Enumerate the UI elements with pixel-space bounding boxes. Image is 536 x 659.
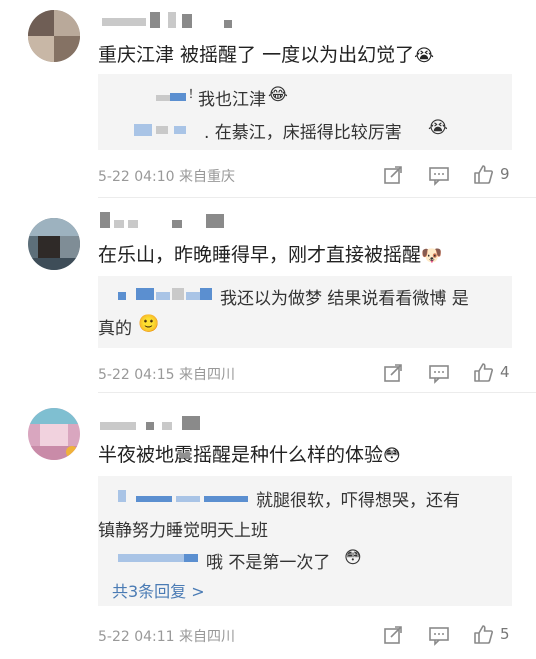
timestamp-location: 5-22 04:11 来自四川 — [98, 629, 236, 645]
crying-emoji: 😭 — [414, 46, 434, 66]
avatar[interactable] — [28, 218, 80, 270]
comment-body: 重庆江津 被摇醒了 一度以为出幻觉了 — [98, 44, 415, 66]
smile-emoji: 🙂 — [138, 314, 160, 334]
timestamp-location: 5-22 04:10 来自重庆 — [98, 169, 236, 185]
flushed-emoji: 😳 — [383, 446, 401, 466]
like-count: 9 — [500, 165, 510, 183]
flushed-emoji: 😳 — [344, 548, 362, 568]
comment-3: 半夜被地震摇醒是种什么样的体验😳 就腿很软，吓得想哭，还有 镇静努力睡觉明天上班… — [0, 394, 536, 659]
comment-body: 在乐山，昨晚睡得早，刚才直接被摇醒 — [98, 244, 422, 266]
reply-text: 我还以为做梦 结果说看看微博 是 — [220, 289, 469, 309]
reply-text: 我也江津 — [198, 90, 266, 110]
comment-2: 在乐山，昨晚睡得早，刚才直接被摇醒🐶 我还以为做梦 结果说看看微博 是 真的 🙂… — [0, 198, 536, 394]
divider — [98, 392, 536, 393]
reply-box[interactable]: 我还以为做梦 结果说看看微博 是 真的 🙂 — [98, 276, 512, 348]
reply-text: 哦 不是第一次了 — [206, 553, 331, 573]
like-icon[interactable] — [472, 361, 494, 383]
like-icon[interactable] — [472, 163, 494, 185]
reply-box[interactable]: ！ 我也江津 😂 . 在綦江，床摇得比较厉害 😭 — [98, 74, 512, 150]
comment-icon[interactable] — [428, 624, 450, 646]
comment-text: 半夜被地震摇醒是种什么样的体验😳 — [98, 440, 401, 467]
like-icon[interactable] — [472, 623, 494, 645]
like-count: 4 — [500, 363, 510, 381]
share-icon[interactable] — [382, 362, 404, 384]
reply-text: 就腿很软，吓得想哭，还有 — [256, 491, 460, 511]
comment-1: 重庆江津 被摇醒了 一度以为出幻觉了😭 ！ 我也江津 😂 . 在綦江，床摇得比较… — [0, 0, 536, 198]
reply-text-line2: 镇静努力睡觉明天上班 — [98, 521, 268, 541]
username-blurred[interactable] — [98, 414, 258, 432]
username-blurred[interactable] — [98, 12, 258, 30]
reply-box[interactable]: 就腿很软，吓得想哭，还有 镇静努力睡觉明天上班 哦 不是第一次了 😳 共3条回复… — [98, 476, 512, 606]
username-blurred[interactable] — [98, 212, 258, 230]
comment-text: 在乐山，昨晚睡得早，刚才直接被摇醒🐶 — [98, 240, 442, 267]
timestamp-location: 5-22 04:15 来自四川 — [98, 367, 236, 383]
comment-body: 半夜被地震摇醒是种什么样的体验 — [98, 444, 384, 466]
avatar[interactable] — [28, 10, 80, 62]
reply-text: . 在綦江，床摇得比较厉害 — [204, 123, 402, 143]
laughing-emoji: 😂 — [268, 85, 288, 105]
comment-icon[interactable] — [428, 164, 450, 186]
doge-emoji: 🐶 — [421, 246, 443, 266]
like-count: 5 — [500, 625, 510, 643]
comment-icon[interactable] — [428, 362, 450, 384]
more-replies-link[interactable]: 共3条回复 > — [112, 578, 205, 602]
reply-text-line2: 真的 — [98, 319, 132, 339]
crying-emoji: 😭 — [428, 118, 448, 138]
comment-text: 重庆江津 被摇醒了 一度以为出幻觉了😭 — [98, 40, 434, 67]
share-icon[interactable] — [382, 624, 404, 646]
avatar[interactable] — [28, 408, 80, 460]
share-icon[interactable] — [382, 164, 404, 186]
